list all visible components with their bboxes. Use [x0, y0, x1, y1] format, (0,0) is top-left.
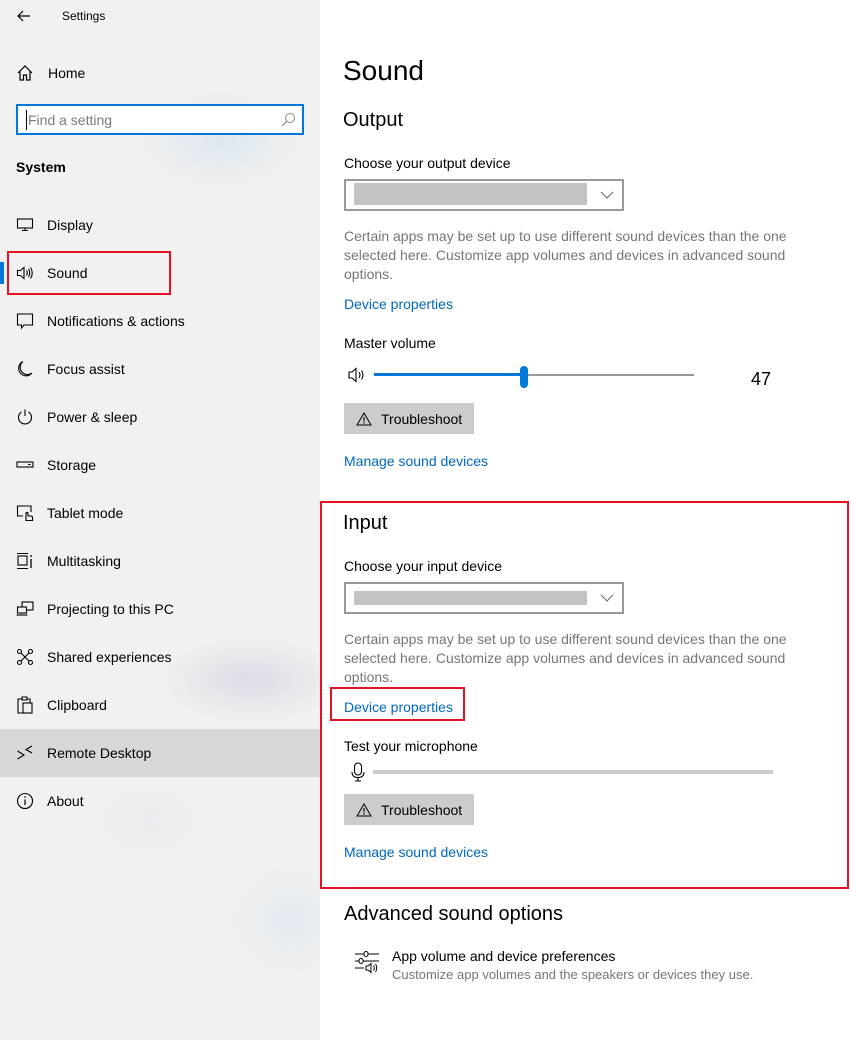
sidebar-item-storage[interactable]: Storage [0, 441, 320, 489]
warning-icon [356, 802, 372, 816]
sidebar-home[interactable]: Home [0, 56, 320, 90]
input-troubleshoot-button[interactable]: Troubleshoot [344, 794, 475, 825]
sidebar-item-projecting[interactable]: Projecting to this PC [0, 585, 320, 633]
sidebar-item-shared-experiences[interactable]: Shared experiences [0, 633, 320, 681]
sidebar-item-label: About [47, 793, 84, 809]
app-volume-subtitle: Customize app volumes and the speakers o… [392, 967, 754, 982]
back-button[interactable] [12, 4, 36, 28]
sidebar-item-power-sleep[interactable]: Power & sleep [0, 393, 320, 441]
notifications-icon [16, 313, 34, 330]
slider-fill [374, 373, 525, 376]
output-device-properties-link[interactable]: Device properties [344, 296, 453, 312]
advanced-heading: Advanced sound options [344, 903, 564, 925]
main-content: Sound Output Choose your output device C… [320, 0, 851, 1040]
output-device-value-redacted [354, 183, 587, 205]
output-heading: Output [343, 109, 404, 131]
sidebar-item-label: Remote Desktop [47, 745, 152, 761]
home-label: Home [48, 65, 86, 81]
power-icon [17, 409, 33, 425]
microphone-icon [351, 762, 365, 782]
master-volume-label: Master volume [344, 335, 436, 351]
microphone-level-bar [373, 770, 773, 774]
input-device-properties-link[interactable]: Device properties [344, 699, 453, 715]
warning-icon [356, 411, 372, 425]
clipboard-icon [17, 696, 33, 714]
sidebar-item-sound[interactable]: Sound [0, 249, 320, 297]
output-troubleshoot-button[interactable]: Troubleshoot [344, 403, 475, 434]
sidebar-item-display[interactable]: Display [0, 201, 320, 249]
storage-icon [16, 461, 34, 468]
sidebar-item-label: Display [47, 217, 93, 233]
sidebar-item-multitasking[interactable]: Multitasking [0, 537, 320, 585]
sidebar-item-label: Projecting to this PC [47, 601, 174, 617]
sidebar-nav: Display Sound Notifications & actions Fo… [0, 201, 320, 825]
master-volume-slider[interactable] [374, 366, 694, 388]
input-device-value-redacted [354, 591, 587, 605]
sidebar-item-label: Clipboard [47, 697, 107, 713]
back-arrow-icon [17, 10, 30, 22]
input-description: Certain apps may be set up to use differ… [344, 631, 787, 685]
tablet-mode-icon [16, 505, 34, 522]
output-manage-sound-devices-link[interactable]: Manage sound devices [344, 453, 488, 469]
chevron-down-icon [600, 594, 614, 602]
input-device-dropdown[interactable] [344, 582, 624, 614]
troubleshoot-label: Troubleshoot [381, 410, 463, 427]
page-title: Sound [343, 55, 424, 86]
search-box[interactable] [16, 104, 304, 135]
sidebar-item-label: Focus assist [47, 361, 125, 377]
multitasking-icon [17, 552, 32, 570]
sidebar-item-label: Shared experiences [47, 649, 172, 665]
output-device-label: Choose your output device [344, 155, 511, 171]
test-microphone-label: Test your microphone [344, 738, 478, 754]
sidebar-item-label: Storage [47, 457, 97, 473]
search-input[interactable] [26, 110, 276, 130]
input-manage-sound-devices-link[interactable]: Manage sound devices [344, 844, 488, 860]
sidebar-item-label: Notifications & actions [47, 313, 185, 329]
info-icon [16, 792, 34, 810]
speaker-icon[interactable] [348, 367, 366, 383]
title-bar: Settings [0, 0, 320, 32]
moon-icon [18, 361, 33, 377]
input-device-label: Choose your input device [344, 558, 502, 574]
sidebar-item-tablet-mode[interactable]: Tablet mode [0, 489, 320, 537]
sidebar-item-remote-desktop[interactable]: Remote Desktop [0, 729, 320, 777]
troubleshoot-label: Troubleshoot [381, 801, 463, 818]
output-description: Certain apps may be set up to use differ… [344, 228, 787, 282]
app-volume-device-preferences[interactable]: App volume and device preferences Custom… [354, 946, 814, 986]
shared-experiences-icon [16, 648, 34, 666]
slider-thumb[interactable] [520, 366, 529, 388]
sidebar-item-focus-assist[interactable]: Focus assist [0, 345, 320, 393]
output-device-dropdown[interactable] [344, 179, 624, 211]
remote-desktop-icon [17, 745, 33, 760]
sidebar-item-notifications[interactable]: Notifications & actions [0, 297, 320, 345]
sidebar-item-label: Tablet mode [47, 505, 124, 521]
home-icon [17, 65, 33, 81]
display-icon [16, 218, 34, 232]
app-volume-title: App volume and device preferences [392, 948, 616, 964]
projecting-icon [16, 601, 34, 616]
app-title: Settings [62, 9, 106, 23]
chevron-down-icon [600, 191, 614, 199]
speaker-icon [16, 266, 33, 280]
input-heading: Input [343, 512, 388, 534]
sidebar: Settings Home System Display Sound Notif… [0, 0, 320, 1040]
search-icon[interactable] [280, 112, 296, 128]
section-label-system: System [16, 159, 66, 175]
sidebar-item-label: Multitasking [47, 553, 121, 569]
sidebar-item-clipboard[interactable]: Clipboard [0, 681, 320, 729]
mixer-icon [355, 951, 379, 974]
sidebar-item-label: Sound [47, 265, 88, 281]
sidebar-item-label: Power & sleep [47, 409, 138, 425]
sidebar-item-about[interactable]: About [0, 777, 320, 825]
master-volume-value: 47 [751, 369, 772, 389]
